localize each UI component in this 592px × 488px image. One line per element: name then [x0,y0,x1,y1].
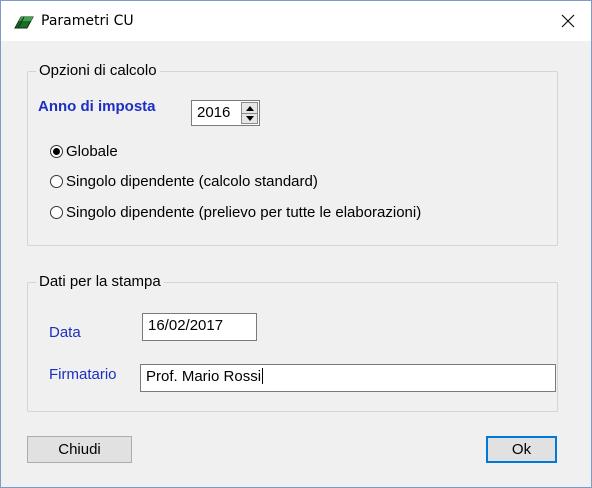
firmatario-field[interactable]: Prof. Mario Rossi [140,364,556,392]
radio-singolo-standard[interactable]: Singolo dipendente (calcolo standard) [50,173,318,190]
arrow-up-icon [245,105,254,111]
calc-options-legend: Opzioni di calcolo [36,62,160,79]
firmatario-label: Firmatario [49,366,117,383]
radio-button[interactable] [50,175,63,188]
radio-globale[interactable]: Globale [50,143,118,160]
radio-singolo-prelievo-label: Singolo dipendente (prelievo per tutte l… [66,204,422,221]
dialog-window: Parametri CU Opzioni di calcolo Anno di … [0,0,592,488]
print-data-group [27,282,558,412]
radio-button[interactable] [50,206,63,219]
print-data-legend: Dati per la stampa [36,273,164,290]
anno-imposta-label: Anno di imposta [38,98,156,115]
title-bar: Parametri CU [1,1,591,41]
spinner-buttons [241,102,258,124]
ok-button[interactable]: Ok [486,436,557,463]
radio-globale-label: Globale [66,143,118,160]
data-field[interactable]: 16/02/2017 [142,313,257,341]
window-title: Parametri CU [41,13,134,29]
radio-singolo-standard-label: Singolo dipendente (calcolo standard) [66,173,318,190]
data-label: Data [49,324,81,341]
arrow-down-icon [245,115,254,121]
green-eraser-icon [13,14,35,30]
text-caret [262,368,264,384]
radio-singolo-prelievo[interactable]: Singolo dipendente (prelievo per tutte l… [50,204,421,221]
close-window-button[interactable] [545,1,591,41]
chiudi-button[interactable]: Chiudi [27,436,132,463]
firmatario-value: Prof. Mario Rossi [146,368,262,385]
radio-button-checked[interactable] [50,145,63,158]
spinner-down-button[interactable] [242,113,257,123]
close-icon [561,14,575,28]
anno-imposta-value: 2016 [197,104,231,121]
anno-imposta-spinner[interactable]: 2016 [191,100,260,126]
